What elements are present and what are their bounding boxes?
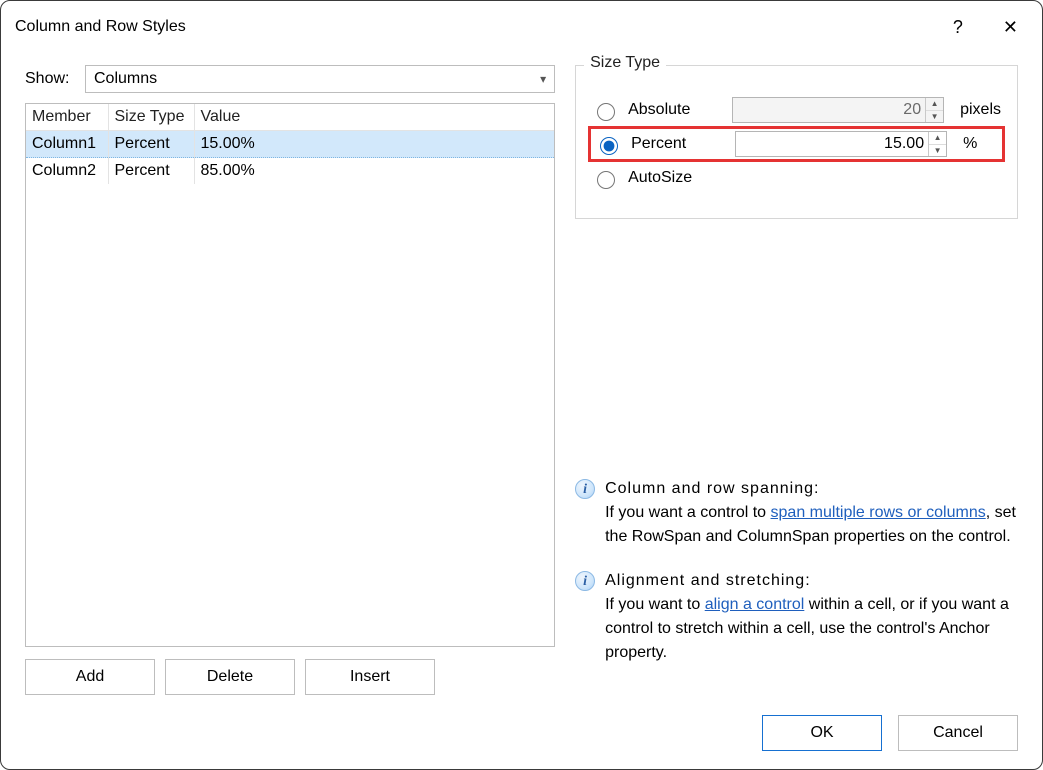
- percent-row: Percent 15.00 ▲▼ %: [588, 126, 1005, 162]
- titlebar: Column and Row Styles ? ✕: [1, 1, 1042, 45]
- show-selected: Columns: [94, 70, 157, 88]
- add-button[interactable]: Add: [25, 659, 155, 695]
- delete-button[interactable]: Delete: [165, 659, 295, 695]
- info-align-prefix: If you want to: [605, 596, 705, 613]
- info-span-heading: Column and row spanning:: [605, 480, 819, 497]
- align-link[interactable]: align a control: [705, 596, 805, 613]
- absolute-spinner: 20 ▲▼: [732, 97, 944, 123]
- chevron-down-icon: ▾: [540, 72, 546, 86]
- percent-label: Percent: [631, 135, 725, 153]
- sizetype-group: Size Type Absolute 20 ▲▼ pixels Percent …: [575, 65, 1018, 219]
- info-align-heading: Alignment and stretching:: [605, 572, 811, 589]
- cancel-button[interactable]: Cancel: [898, 715, 1018, 751]
- spinner-arrows-icon: ▲▼: [925, 98, 943, 122]
- span-link[interactable]: span multiple rows or columns: [771, 504, 986, 521]
- table-row[interactable]: Column2 Percent 85.00%: [26, 158, 554, 185]
- info-alignment: i Alignment and stretching: If you want …: [575, 569, 1018, 665]
- percent-value: 15.00: [736, 135, 928, 153]
- cell-member: Column1: [26, 131, 108, 158]
- show-label: Show:: [25, 70, 85, 88]
- insert-button[interactable]: Insert: [305, 659, 435, 695]
- autosize-label: AutoSize: [628, 169, 722, 187]
- info-span-prefix: If you want a control to: [605, 504, 770, 521]
- absolute-label: Absolute: [628, 101, 722, 119]
- info-icon: i: [575, 571, 595, 591]
- absolute-suffix: pixels: [960, 101, 1001, 119]
- table-row[interactable]: Column1 Percent 15.00%: [26, 131, 554, 158]
- percent-suffix: %: [963, 135, 977, 153]
- percent-spinner[interactable]: 15.00 ▲▼: [735, 131, 947, 157]
- col-header-sizetype[interactable]: Size Type: [108, 104, 194, 131]
- autosize-radio[interactable]: [597, 171, 615, 189]
- percent-radio[interactable]: [600, 137, 618, 155]
- sizetype-legend: Size Type: [584, 54, 666, 72]
- autosize-row: AutoSize: [592, 160, 1001, 196]
- cell-sizetype: Percent: [108, 131, 194, 158]
- dialog: Column and Row Styles ? ✕ Show: Columns …: [0, 0, 1043, 770]
- dialog-footer: OK Cancel: [1, 705, 1042, 769]
- absolute-row: Absolute 20 ▲▼ pixels: [592, 92, 1001, 128]
- cell-member: Column2: [26, 158, 108, 185]
- help-button[interactable]: ?: [943, 13, 973, 42]
- absolute-value: 20: [733, 101, 925, 119]
- info-spanning: i Column and row spanning: If you want a…: [575, 477, 1018, 549]
- cell-value: 85.00%: [194, 158, 554, 185]
- spinner-arrows-icon[interactable]: ▲▼: [928, 132, 946, 156]
- close-button[interactable]: ✕: [993, 13, 1028, 42]
- absolute-radio[interactable]: [597, 103, 615, 121]
- dialog-title: Column and Row Styles: [15, 18, 186, 36]
- members-grid[interactable]: Member Size Type Value Column1 Percent 1…: [25, 103, 555, 647]
- col-header-member[interactable]: Member: [26, 104, 108, 131]
- cell-sizetype: Percent: [108, 158, 194, 185]
- show-combobox[interactable]: Columns ▾: [85, 65, 555, 93]
- info-icon: i: [575, 479, 595, 499]
- col-header-value[interactable]: Value: [194, 104, 554, 131]
- ok-button[interactable]: OK: [762, 715, 882, 751]
- cell-value: 15.00%: [194, 131, 554, 158]
